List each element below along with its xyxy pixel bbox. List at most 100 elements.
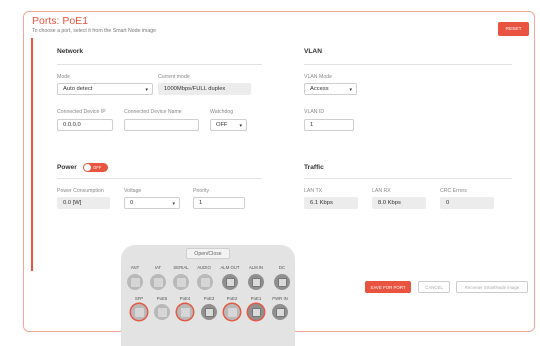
port-poe2[interactable] bbox=[224, 304, 240, 320]
chevron-down-icon: ▾ bbox=[145, 87, 148, 93]
connected-ip-field[interactable]: 0.0.0.0 bbox=[57, 119, 113, 131]
power-divider bbox=[57, 178, 262, 179]
alm-in-connector-icon bbox=[251, 277, 261, 287]
watchdog-select[interactable]: OFF ▾ bbox=[210, 119, 247, 131]
vlan-mode-label: VLAN Mode bbox=[304, 74, 332, 80]
port-dc[interactable] bbox=[274, 274, 290, 290]
recenter-image-button[interactable]: Recenter SmartNode image bbox=[456, 281, 528, 293]
port-poe5[interactable] bbox=[154, 304, 170, 320]
cancel-button[interactable]: CANCEL bbox=[418, 281, 450, 293]
chevron-down-icon: ▾ bbox=[239, 123, 242, 129]
reset-button[interactable]: RESET bbox=[498, 22, 529, 36]
crc-errors-field: 0 bbox=[440, 197, 494, 209]
vlan-id-label: VLAN ID bbox=[304, 109, 325, 115]
port-label-audio: AUDIO bbox=[197, 265, 211, 270]
port-poe3[interactable] bbox=[201, 304, 217, 320]
mode-label: Mode bbox=[57, 74, 70, 80]
port-audio[interactable] bbox=[197, 274, 213, 290]
port-label-iat: IAT bbox=[154, 265, 162, 270]
toggle-knob bbox=[84, 164, 91, 171]
port-label-poe2: PoE2 bbox=[226, 296, 238, 301]
network-divider bbox=[57, 64, 262, 65]
connected-ip-label: Connected Device IP bbox=[57, 109, 106, 115]
vlan-id-value: 1 bbox=[310, 122, 314, 128]
priority-value: 1 bbox=[199, 200, 203, 206]
port-label-ant: ANT bbox=[130, 265, 140, 270]
priority-field[interactable]: 1 bbox=[193, 197, 245, 209]
voltage-label: Voltage bbox=[124, 188, 142, 194]
network-section-title: Network bbox=[57, 48, 84, 55]
mode-select[interactable]: Auto detect ▾ bbox=[57, 83, 153, 95]
port-ant[interactable] bbox=[127, 274, 143, 290]
connected-ip-value: 0.0.0.0 bbox=[63, 122, 81, 128]
port-sfp[interactable] bbox=[131, 304, 147, 320]
page-title: Ports: PoE1 bbox=[32, 15, 89, 27]
port-iat[interactable] bbox=[150, 274, 166, 290]
port-poe1[interactable] bbox=[248, 304, 264, 320]
poe3-connector-icon bbox=[204, 307, 214, 317]
port-label-poe3: PoE3 bbox=[203, 296, 215, 301]
power-consumption-label: Power Consumption bbox=[57, 188, 104, 194]
crc-errors-value: 0 bbox=[446, 200, 450, 206]
connected-name-field[interactable] bbox=[124, 119, 199, 131]
chevron-down-icon: ▾ bbox=[349, 87, 352, 93]
current-mode-value: 1000Mbps/FULL duplex bbox=[164, 86, 226, 92]
connected-name-label: Connected Device Name bbox=[124, 109, 182, 115]
audio-connector-icon bbox=[200, 277, 210, 287]
crc-errors-label: CRC Errors bbox=[440, 188, 467, 194]
power-consumption-field: 0.0 [W] bbox=[57, 197, 110, 209]
port-label-dc: DC bbox=[278, 265, 286, 270]
port-pwr-in[interactable] bbox=[272, 304, 288, 320]
watchdog-label: Watchdog bbox=[210, 109, 234, 115]
save-for-port-button[interactable]: SAVE FOR PORT bbox=[365, 281, 411, 293]
vlan-divider bbox=[304, 64, 512, 65]
power-toggle-label: OFF bbox=[93, 165, 102, 170]
port-alm-in[interactable] bbox=[248, 274, 264, 290]
port-label-poe4: PoE4 bbox=[179, 296, 191, 301]
poe5-connector-icon bbox=[157, 307, 167, 317]
port-label-alm-in: ALM IN bbox=[248, 265, 264, 270]
vlan-id-field[interactable]: 1 bbox=[304, 119, 354, 131]
chevron-down-icon: ▾ bbox=[172, 201, 175, 207]
poe1-connector-icon bbox=[251, 307, 261, 317]
traffic-divider bbox=[304, 178, 512, 179]
panel-accent-bar bbox=[31, 38, 33, 271]
page-subtitle: To choose a port, select it from the Sma… bbox=[32, 28, 156, 34]
pwr-in-connector-icon bbox=[275, 307, 285, 317]
port-label-pwr-in: PWR IN bbox=[272, 296, 288, 301]
serial-connector-icon bbox=[176, 277, 186, 287]
voltage-value: 0 bbox=[130, 200, 134, 206]
lan-tx-value: 6.1 Kbps bbox=[310, 200, 333, 206]
port-label-alm-out: ALM OUT bbox=[220, 265, 240, 270]
traffic-section-title: Traffic bbox=[304, 164, 324, 171]
lan-rx-label: LAN RX bbox=[372, 188, 391, 194]
priority-label: Priority bbox=[193, 188, 210, 194]
iat-connector-icon bbox=[153, 277, 163, 287]
port-poe4[interactable] bbox=[177, 304, 193, 320]
power-consumption-value: 0.0 [W] bbox=[63, 200, 82, 206]
mode-select-value: Auto detect bbox=[63, 86, 93, 92]
vlan-section-title: VLAN bbox=[304, 48, 322, 55]
vlan-mode-value: Access bbox=[310, 86, 329, 92]
port-label-serial: SERIAL bbox=[173, 265, 189, 270]
open-close-button[interactable]: Open/Close bbox=[186, 248, 230, 259]
port-label-sfp: SFP bbox=[134, 296, 144, 301]
poe2-connector-icon bbox=[227, 307, 237, 317]
lan-tx-field: 6.1 Kbps bbox=[304, 197, 358, 209]
watchdog-value: OFF bbox=[216, 122, 228, 128]
poe4-connector-icon bbox=[180, 307, 190, 317]
lan-rx-value: 8.0 Kbps bbox=[378, 200, 401, 206]
ant-connector-icon bbox=[130, 277, 140, 287]
current-mode-label: Current mode bbox=[158, 74, 190, 80]
vlan-mode-select[interactable]: Access ▾ bbox=[304, 83, 357, 95]
power-section-title: Power bbox=[57, 164, 77, 171]
sfp-connector-icon bbox=[134, 307, 144, 317]
voltage-select[interactable]: 0 ▾ bbox=[124, 197, 180, 209]
port-alm-out[interactable] bbox=[222, 274, 238, 290]
lan-tx-label: LAN TX bbox=[304, 188, 323, 194]
port-label-poe1: PoE1 bbox=[250, 296, 262, 301]
lan-rx-field: 8.0 Kbps bbox=[372, 197, 426, 209]
dc-connector-icon bbox=[277, 277, 287, 287]
power-toggle[interactable]: OFF bbox=[83, 163, 108, 172]
port-serial[interactable] bbox=[173, 274, 189, 290]
